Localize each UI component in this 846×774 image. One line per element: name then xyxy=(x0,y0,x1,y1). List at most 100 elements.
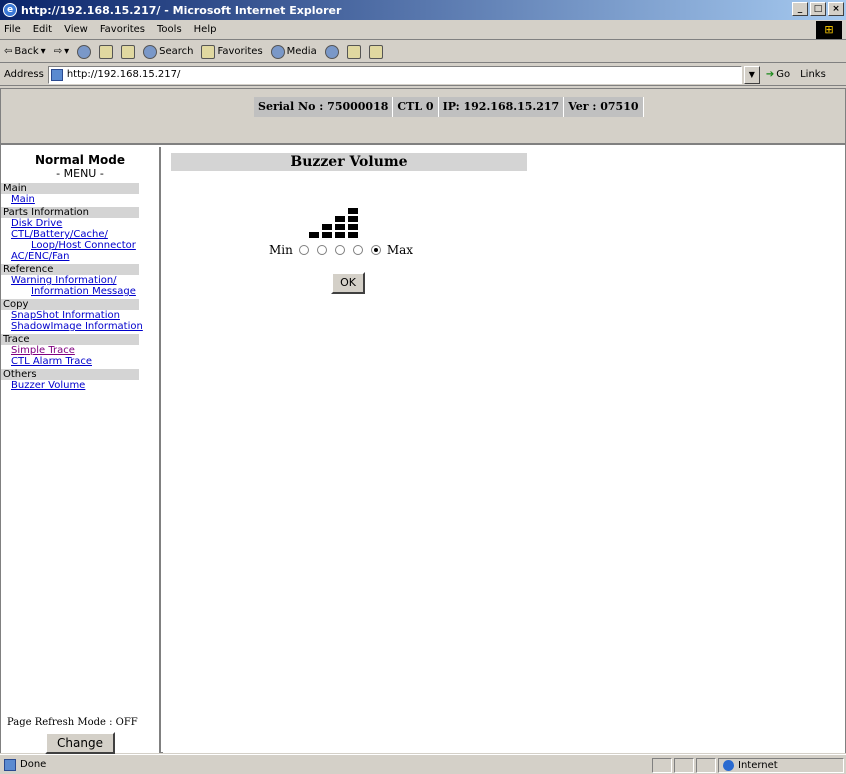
volume-bar-level-1 xyxy=(309,193,319,238)
link-warning-information[interactable]: Warning Information/ xyxy=(1,275,159,286)
section-parts-information: Parts Information xyxy=(1,207,139,218)
link-simple-trace[interactable]: Simple Trace xyxy=(1,345,159,356)
back-button[interactable]: ⇦ Back ▾ xyxy=(4,46,46,57)
link-information-message[interactable]: Information Message xyxy=(1,286,159,297)
link-loop-host-connector[interactable]: Loop/Host Connector xyxy=(1,240,159,251)
page-refresh-mode: Page Refresh Mode : OFF xyxy=(7,717,138,728)
minimize-button[interactable]: _ xyxy=(792,2,808,16)
status-text: Done xyxy=(20,759,47,770)
favorites-button[interactable]: Favorites xyxy=(201,44,263,59)
max-label: Max xyxy=(386,243,414,257)
address-dropdown-button[interactable]: ▼ xyxy=(743,65,760,84)
refresh-icon[interactable] xyxy=(99,44,114,59)
search-button[interactable]: Search xyxy=(143,44,194,59)
close-button[interactable]: × xyxy=(828,2,844,16)
zone-label: Internet xyxy=(738,760,778,771)
volume-bar-level-4 xyxy=(348,193,358,238)
chevron-down-icon: ▾ xyxy=(64,46,70,57)
window-titlebar: e http://192.168.15.217/ - Microsoft Int… xyxy=(0,0,846,20)
window-controls: _ □ × xyxy=(792,2,844,16)
volume-bar-level-0 xyxy=(296,193,306,238)
stop-icon[interactable] xyxy=(77,44,92,59)
page-done-icon xyxy=(4,758,16,771)
address-url: http://192.168.15.217/ xyxy=(66,69,181,80)
link-disk-drive[interactable]: Disk Drive xyxy=(1,218,159,229)
link-ctl-battery-cache[interactable]: CTL/Battery/Cache/ xyxy=(1,229,159,240)
link-ac-enc-fan[interactable]: AC/ENC/Fan xyxy=(1,251,159,262)
menu-tools[interactable]: Tools xyxy=(157,24,182,35)
section-trace: Trace xyxy=(1,334,139,345)
controller-id: CTL 0 xyxy=(393,97,439,117)
maximize-button[interactable]: □ xyxy=(810,2,826,16)
windows-logo-icon: ⊞ xyxy=(816,21,842,39)
media-icon xyxy=(270,44,285,59)
main-frame: Buzzer Volume Min Max OK xyxy=(163,147,845,753)
link-main[interactable]: Main xyxy=(1,194,159,205)
mail-icon[interactable] xyxy=(346,44,361,59)
link-ctl-alarm-trace[interactable]: CTL Alarm Trace xyxy=(1,356,159,367)
section-copy: Copy xyxy=(1,299,139,310)
go-label: Go xyxy=(776,69,791,80)
section-reference: Reference xyxy=(1,264,139,275)
header-frame: Serial No : 75000018 CTL 0 IP: 192.168.1… xyxy=(1,89,845,145)
window-title: http://192.168.15.217/ - Microsoft Inter… xyxy=(21,3,342,17)
search-label: Search xyxy=(159,46,194,57)
links-button[interactable]: Links xyxy=(800,69,826,80)
print-icon[interactable] xyxy=(368,44,383,59)
menu-file[interactable]: File xyxy=(4,24,21,35)
volume-level-indicator xyxy=(296,193,358,238)
volume-radio-level-0[interactable] xyxy=(298,245,309,255)
page-icon xyxy=(50,68,63,81)
status-pane xyxy=(652,758,672,773)
link-shadowimage-information[interactable]: ShadowImage Information xyxy=(1,321,159,332)
volume-radio-level-2[interactable] xyxy=(334,245,345,255)
serial-number: Serial No : 75000018 xyxy=(254,97,394,117)
volume-bar-level-2 xyxy=(322,193,332,238)
back-arrow-icon: ⇦ xyxy=(4,46,13,57)
menu-favorites[interactable]: Favorites xyxy=(100,24,145,35)
history-icon[interactable] xyxy=(324,44,339,59)
change-button[interactable]: Change xyxy=(45,732,115,754)
address-input[interactable]: http://192.168.15.217/ xyxy=(47,65,742,84)
link-buzzer-volume[interactable]: Buzzer Volume xyxy=(1,380,159,391)
status-bar: Done Internet xyxy=(0,754,846,774)
volume-radio-level-3[interactable] xyxy=(352,245,363,255)
go-button[interactable]: ➔ Go xyxy=(766,69,790,80)
menu-edit[interactable]: Edit xyxy=(33,24,52,35)
back-label: Back xyxy=(14,46,39,57)
home-icon[interactable] xyxy=(121,44,136,59)
ok-button[interactable]: OK xyxy=(331,272,365,294)
link-snapshot-information[interactable]: SnapShot Information xyxy=(1,310,159,321)
search-icon xyxy=(143,44,158,59)
section-main: Main xyxy=(1,183,139,194)
menu-subtitle: - MENU - xyxy=(56,167,104,180)
media-button[interactable]: Media xyxy=(270,44,317,59)
media-label: Media xyxy=(286,46,317,57)
volume-radio-group: Min Max xyxy=(269,243,413,257)
favorites-icon xyxy=(201,44,216,59)
menu-help[interactable]: Help xyxy=(194,24,217,35)
min-label: Min xyxy=(269,243,293,257)
page-title: Buzzer Volume xyxy=(171,153,527,171)
go-arrow-icon: ➔ xyxy=(765,69,775,80)
firmware-version: Ver : 07510 xyxy=(564,97,644,117)
volume-radio-level-4[interactable] xyxy=(370,245,381,255)
favorites-label: Favorites xyxy=(217,46,263,57)
forward-arrow-icon: ⇨ xyxy=(53,46,63,57)
menu-view[interactable]: View xyxy=(64,24,88,35)
menu-frame: Normal Mode - MENU - Main Main Parts Inf… xyxy=(1,147,161,754)
ip-address: IP: 192.168.15.217 xyxy=(439,97,565,117)
chevron-down-icon: ▾ xyxy=(40,46,46,57)
section-others: Others xyxy=(1,369,139,380)
device-info-bar: Serial No : 75000018 CTL 0 IP: 192.168.1… xyxy=(254,97,644,117)
page-content: Serial No : 75000018 CTL 0 IP: 192.168.1… xyxy=(0,88,846,754)
menu-title: Normal Mode xyxy=(34,153,125,167)
volume-bar-level-3 xyxy=(335,193,345,238)
volume-radio-level-1[interactable] xyxy=(316,245,327,255)
menubar: File Edit View Favorites Tools Help ⊞ xyxy=(0,20,846,40)
globe-icon xyxy=(723,760,734,771)
forward-button[interactable]: ⇨ ▾ xyxy=(54,46,69,57)
ie-logo-icon: e xyxy=(3,3,17,17)
status-pane xyxy=(696,758,716,773)
address-label: Address xyxy=(4,69,44,80)
